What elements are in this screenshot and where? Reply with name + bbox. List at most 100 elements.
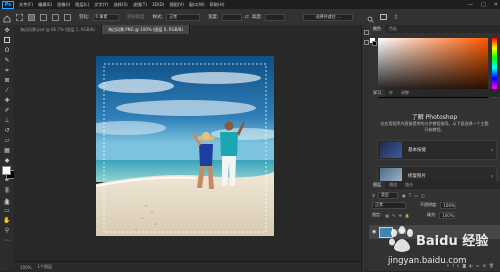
crop-icon[interactable]: ⌗ — [3, 67, 11, 75]
frame-icon[interactable]: ⊠ — [3, 77, 11, 85]
share-icon[interactable]: ⇪ — [393, 14, 398, 21]
layer-kind-select[interactable]: 类型 — [377, 191, 398, 199]
tab-layers[interactable]: 图层 — [369, 181, 385, 189]
maximize-button[interactable]: □ — [481, 2, 486, 8]
toolbox: ✥ ʘ ✎ ⌗ ⊠ ⁄ ✚ ✐ ⊥ ↺ ▱ ▦ ◆ ● ✒ T ➤ ▭ ✋ ⚲ … — [0, 25, 15, 271]
canvas-area[interactable] — [14, 34, 361, 261]
document-tab[interactable]: 海边风景.psd @ 66.7% (图层 1, RGB/8) — [14, 25, 102, 34]
hand-icon[interactable]: ✋ — [3, 217, 11, 225]
screen-mode-icon[interactable]: ▣ — [3, 199, 11, 207]
menu-file[interactable]: 文件(F) — [19, 2, 33, 8]
menu-edit[interactable]: 编辑(E) — [38, 2, 52, 8]
panel-background-swatch[interactable] — [372, 41, 377, 46]
move-tool-icon[interactable]: ✥ — [3, 27, 11, 35]
learn-panel-tabs: 学习 库 调整 — [369, 89, 500, 97]
select-and-mask-button[interactable]: 选择并遮住 ... — [303, 13, 354, 21]
menu-layer[interactable]: 图层(L) — [75, 2, 89, 8]
selection-marquee — [103, 63, 267, 233]
add-selection-icon[interactable] — [40, 13, 47, 21]
menu-window[interactable]: 窗口(W) — [189, 2, 205, 8]
svg-text:jingyan.baidu.com: jingyan.baidu.com — [387, 256, 466, 266]
rectangle-shape-icon[interactable]: ▭ — [3, 207, 11, 215]
subtract-selection-icon[interactable] — [52, 13, 59, 21]
new-selection-icon[interactable] — [28, 13, 35, 21]
lock-icons[interactable]: ▦✎✥🔒 — [385, 213, 412, 218]
menu-image[interactable]: 图像(I) — [57, 2, 70, 8]
chevron-right-icon: › — [490, 172, 493, 180]
layers-panel-tabs: 图层 通道 路径 — [369, 181, 500, 189]
healing-brush-icon[interactable]: ✚ — [3, 97, 11, 105]
home-icon[interactable] — [3, 8, 11, 27]
zoom-level[interactable]: 100% — [20, 265, 31, 270]
tab-color[interactable]: 颜色 — [369, 25, 385, 33]
fill-label: 填充: — [426, 212, 437, 217]
properties-panel-icon[interactable] — [363, 40, 369, 45]
workspace-icon[interactable] — [380, 14, 388, 20]
fill-input[interactable]: 100% — [439, 211, 456, 219]
brush-icon[interactable]: ✐ — [3, 107, 11, 115]
antialias-checkbox[interactable]: 消除锯齿 — [127, 14, 145, 20]
feather-label: 羽化: — [79, 15, 90, 20]
chevron-right-icon: › — [490, 146, 493, 154]
learn-title: 了解 Photoshop — [411, 114, 458, 121]
eraser-icon[interactable]: ▱ — [3, 137, 11, 145]
doc-info: 1个图层 — [37, 264, 52, 269]
tab-libraries[interactable]: 库 — [385, 89, 397, 97]
blend-mode-select[interactable]: 正常 — [372, 201, 406, 209]
swap-icon[interactable]: ⇄ — [245, 14, 249, 20]
history-panel-icon[interactable] — [363, 30, 369, 35]
foreground-color-swatch[interactable] — [2, 166, 11, 175]
quick-mask-icon[interactable]: ◎ — [3, 187, 11, 195]
width-input[interactable] — [221, 13, 242, 21]
menu-select[interactable]: 选择(S) — [113, 2, 127, 8]
document-tab-active[interactable]: 海边风景.PNG @ 100% (图层 0, RGB/8) — [101, 25, 190, 34]
baidu-jingyan-watermark: Baidu 经验 jingyan.baidu.com — [387, 226, 489, 266]
feather-input[interactable]: 0 像素 — [92, 13, 119, 21]
menu-filter[interactable]: 滤镜(T) — [133, 2, 147, 8]
menu-type[interactable]: 文字(Y) — [94, 2, 108, 8]
tab-paths[interactable]: 路径 — [401, 181, 417, 189]
document-tabs: 海边风景.psd @ 66.7% (图层 1, RGB/8) 海边风景.PNG … — [14, 25, 361, 34]
layer-lock-row: 锁定: ▦✎✥🔒 填充: 100% — [369, 211, 500, 219]
minimize-button[interactable]: — — [468, 2, 473, 8]
height-input[interactable] — [265, 13, 286, 21]
history-brush-icon[interactable]: ↺ — [3, 127, 11, 135]
close-button[interactable]: ✕ — [494, 2, 498, 8]
tab-learn[interactable]: 学习 — [369, 89, 385, 97]
style-select[interactable]: 正常 — [166, 13, 201, 21]
zoom-icon[interactable]: ⚲ — [3, 227, 11, 235]
rectangular-marquee-icon[interactable] — [3, 37, 11, 45]
layer-filter-row: ⚲ 类型 ▣T▭◫ — [369, 191, 500, 199]
menu-help[interactable]: 帮助(H) — [210, 2, 225, 8]
filter-icons[interactable]: ▣T▭◫ — [402, 193, 428, 198]
width-label: 宽度: — [208, 15, 219, 20]
lasso-icon[interactable]: ʘ — [3, 47, 11, 55]
gradient-icon[interactable]: ▦ — [3, 147, 11, 155]
quick-selection-icon[interactable]: ✎ — [3, 57, 11, 65]
marquee-tool-preset-icon[interactable] — [16, 13, 23, 21]
opacity-input[interactable]: 100% — [440, 201, 457, 209]
tutorial-thumbnail — [380, 142, 402, 158]
tab-swatches[interactable]: 色板 — [385, 25, 401, 33]
tutorial-card-basic-skills[interactable]: 基本技能 › — [377, 140, 497, 160]
search-icon[interactable] — [367, 8, 375, 27]
style-label: 样式: — [152, 15, 164, 20]
blur-icon[interactable]: ◆ — [3, 157, 11, 165]
eye-icon[interactable]: ◉ — [372, 229, 376, 235]
menu-bar: Ps 文件(F) 编辑(E) 图像(I) 图层(L) 文字(Y) 选择(S) 滤… — [0, 0, 500, 9]
menu-view[interactable]: 视图(V) — [169, 2, 184, 8]
menu-3d[interactable]: 3D(D) — [152, 2, 164, 7]
tutorial-card-label: 修复照片 — [408, 174, 426, 179]
intersect-selection-icon[interactable] — [64, 13, 71, 21]
learn-description: 在应用程序内直接提供的分步教程指导。从下面选择一个主题开始教程。 — [380, 121, 489, 132]
tutorial-card-label: 基本技能 — [408, 148, 426, 153]
window-controls: — □ ✕ — [468, 0, 498, 9]
eyedropper-icon[interactable]: ⁄ — [3, 87, 11, 95]
tab-adjustments[interactable]: 调整 — [397, 89, 413, 97]
more-tools-icon[interactable]: ⋯ — [3, 237, 11, 245]
svg-text:Baidu 经验: Baidu 经验 — [416, 233, 489, 249]
lock-label: 锁定: — [372, 212, 382, 217]
tab-channels[interactable]: 通道 — [385, 181, 401, 189]
clone-stamp-icon[interactable]: ⊥ — [3, 117, 11, 125]
layer-blend-row: 正常 不透明度: 100% — [369, 201, 500, 209]
